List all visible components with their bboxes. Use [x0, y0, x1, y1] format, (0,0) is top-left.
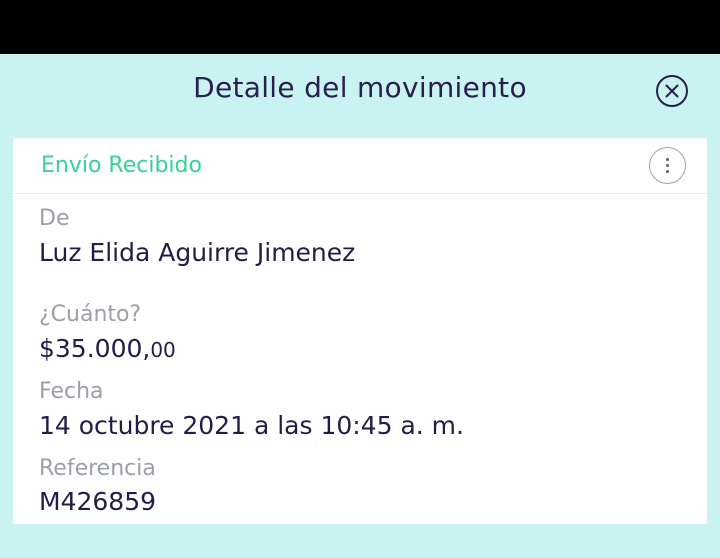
- from-value: Luz Elida Aguirre Jimenez: [39, 238, 356, 267]
- more-options-button[interactable]: [649, 147, 686, 184]
- amount-value: $35.000,00: [39, 334, 176, 363]
- date-value: 14 octubre 2021 a las 10:45 a. m.: [39, 411, 464, 440]
- page-title: Detalle del movimiento: [193, 71, 527, 104]
- amount-cents: 00: [150, 338, 176, 362]
- status-bar: [0, 0, 720, 54]
- date-label: Fecha: [39, 379, 104, 404]
- amount-label: ¿Cuánto?: [39, 302, 142, 327]
- movement-detail-sheet: Detalle del movimiento Envío Recibido De…: [0, 54, 720, 558]
- reference-value: M426859: [39, 487, 157, 516]
- movement-card: Envío Recibido De Luz Elida Aguirre Jime…: [13, 138, 707, 524]
- more-vertical-icon-dot: [666, 170, 669, 173]
- movement-type-label: Envío Recibido: [41, 153, 202, 178]
- card-header: Envío Recibido: [13, 138, 707, 194]
- more-vertical-icon-dot: [666, 164, 669, 167]
- close-icon: [665, 84, 679, 98]
- from-label: De: [39, 206, 70, 231]
- close-button[interactable]: [656, 75, 688, 107]
- reference-label: Referencia: [39, 456, 156, 481]
- amount-main: $35.000,: [39, 334, 151, 363]
- more-vertical-icon: [666, 158, 669, 161]
